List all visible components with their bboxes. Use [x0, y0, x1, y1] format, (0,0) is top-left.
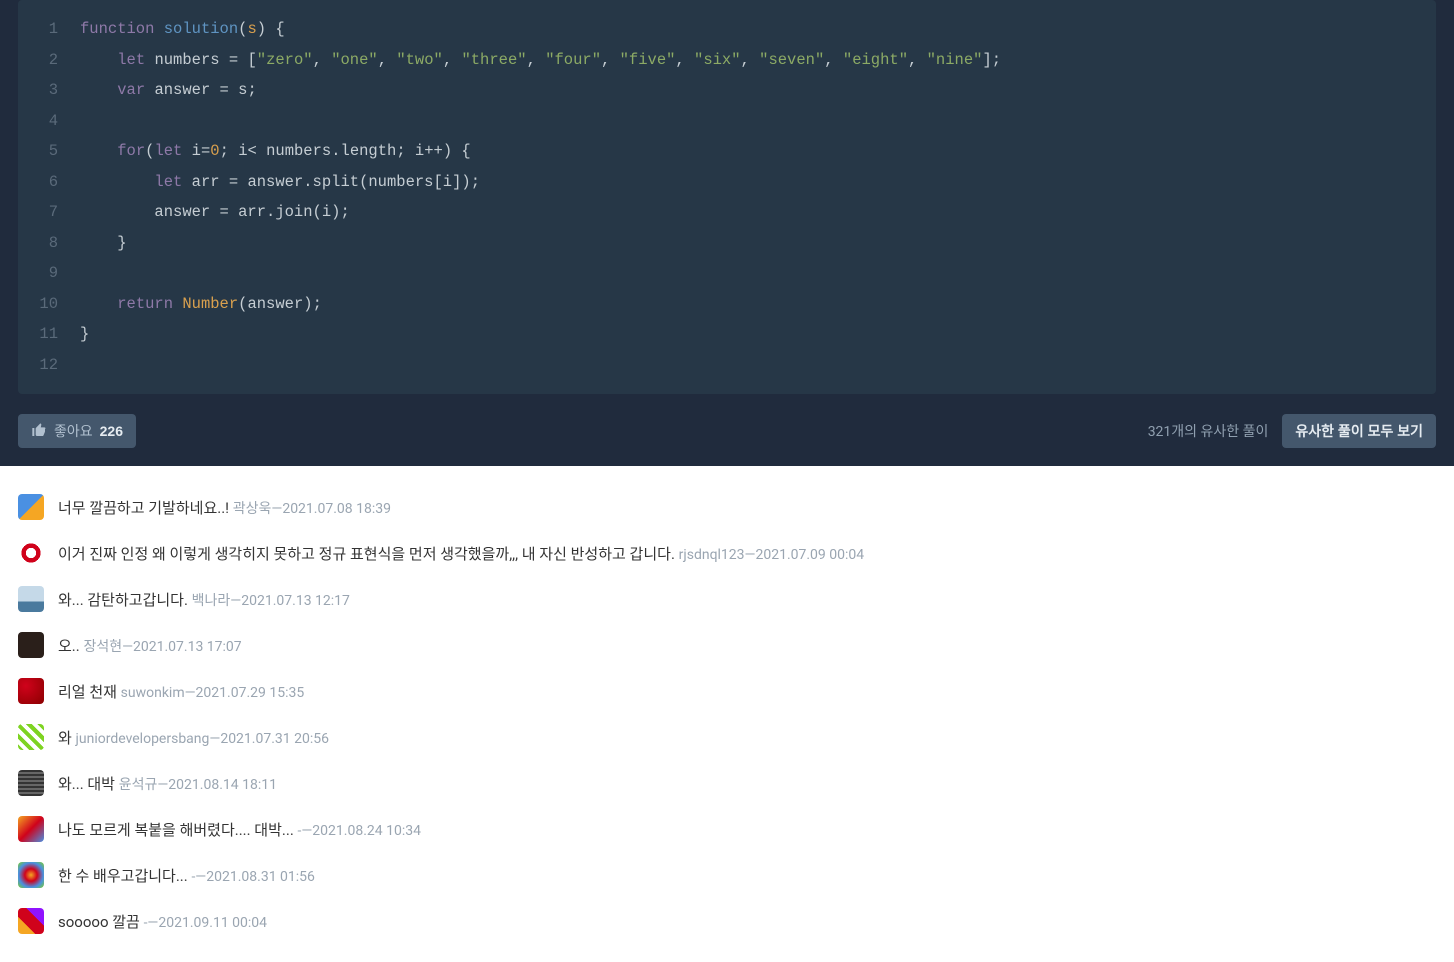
avatar[interactable] [18, 908, 44, 934]
code-content[interactable]: } [80, 228, 127, 259]
line-number: 10 [18, 289, 80, 320]
avatar[interactable] [18, 494, 44, 520]
comment-text: 리얼 천재 [58, 683, 121, 701]
thumbs-up-icon [31, 422, 47, 441]
code-container: 1function solution(s) {2 let numbers = [… [0, 0, 1454, 466]
avatar[interactable] [18, 586, 44, 612]
like-button[interactable]: 좋아요 226 [18, 414, 136, 448]
comment-body: 오.. 장석현―2021.07.13 17:07 [58, 635, 242, 656]
comment-row: 와... 감탄하고갑니다. 백나라―2021.07.13 12:17 [18, 576, 1436, 622]
code-line: 8 } [18, 228, 1436, 259]
line-number: 2 [18, 45, 80, 76]
comment-text: 너무 깔끔하고 기발하네요..! [58, 499, 233, 517]
comment-body: 나도 모르게 복붙을 해버렸다.... 대박... -―2021.08.24 1… [58, 819, 421, 840]
comment-text: 한 수 배우고갑니다... [58, 867, 191, 885]
comment-text: 와... 대박 [58, 775, 119, 793]
comment-meta: suwonkim―2021.07.29 15:35 [121, 685, 305, 701]
code-line: 12 [18, 350, 1436, 381]
comment-row: 와... 대박 윤석규―2021.08.14 18:11 [18, 760, 1436, 806]
right-actions: 321개의 유사한 풀이 유사한 풀이 모두 보기 [1148, 414, 1436, 448]
code-line: 9 [18, 258, 1436, 289]
code-line: 6 let arr = answer.split(numbers[i]); [18, 167, 1436, 198]
code-content[interactable]: for(let i=0; i< numbers.length; i++) { [80, 136, 471, 167]
avatar[interactable] [18, 632, 44, 658]
code-content[interactable]: function solution(s) { [80, 14, 285, 45]
code-line: 7 answer = arr.join(i); [18, 197, 1436, 228]
comment-text: 와... 감탄하고갑니다. [58, 591, 192, 609]
code-line: 10 return Number(answer); [18, 289, 1436, 320]
comment-meta: 윤석규―2021.08.14 18:11 [119, 777, 277, 793]
comment-body: 이거 진짜 인정 왜 이렇게 생각히지 못하고 정규 표현식을 먼저 생각했을까… [58, 543, 864, 564]
comment-row: 와 juniordevelopersbang―2021.07.31 20:56 [18, 714, 1436, 760]
code-content[interactable]: var answer = s; [80, 75, 257, 106]
code-line: 1function solution(s) { [18, 14, 1436, 45]
line-number: 5 [18, 136, 80, 167]
code-line: 2 let numbers = ["zero", "one", "two", "… [18, 45, 1436, 76]
avatar[interactable] [18, 862, 44, 888]
code-block[interactable]: 1function solution(s) {2 let numbers = [… [18, 0, 1436, 394]
line-number: 7 [18, 197, 80, 228]
line-number: 1 [18, 14, 80, 45]
code-content[interactable]: return Number(answer); [80, 289, 322, 320]
comment-row: 나도 모르게 복붙을 해버렸다.... 대박... -―2021.08.24 1… [18, 806, 1436, 852]
comment-meta: 백나라―2021.07.13 12:17 [192, 593, 350, 609]
comment-row: sooooo 깔끔 -―2021.09.11 00:04 [18, 898, 1436, 944]
comment-body: 와 juniordevelopersbang―2021.07.31 20:56 [58, 727, 329, 748]
similar-count-text: 321개의 유사한 풀이 [1148, 421, 1269, 441]
code-line: 11} [18, 319, 1436, 350]
comment-row: 리얼 천재 suwonkim―2021.07.29 15:35 [18, 668, 1436, 714]
view-all-similar-button[interactable]: 유사한 풀이 모두 보기 [1282, 414, 1436, 448]
code-line: 5 for(let i=0; i< numbers.length; i++) { [18, 136, 1436, 167]
comment-meta: -―2021.09.11 00:04 [144, 915, 267, 931]
avatar[interactable] [18, 540, 44, 566]
comment-text: 오.. [58, 637, 83, 655]
avatar[interactable] [18, 724, 44, 750]
comment-text: 나도 모르게 복붙을 해버렸다.... 대박... [58, 821, 298, 839]
comment-row: 한 수 배우고갑니다... -―2021.08.31 01:56 [18, 852, 1436, 898]
comment-body: sooooo 깔끔 -―2021.09.11 00:04 [58, 911, 267, 932]
comment-row: 오.. 장석현―2021.07.13 17:07 [18, 622, 1436, 668]
like-label: 좋아요 [54, 421, 93, 441]
comment-meta: rjsdnql123―2021.07.09 00:04 [679, 547, 865, 563]
action-bar: 좋아요 226 321개의 유사한 풀이 유사한 풀이 모두 보기 [0, 394, 1454, 466]
line-number: 12 [18, 350, 80, 381]
comment-body: 와... 대박 윤석규―2021.08.14 18:11 [58, 773, 277, 794]
code-line: 3 var answer = s; [18, 75, 1436, 106]
line-number: 11 [18, 319, 80, 350]
avatar[interactable] [18, 816, 44, 842]
comment-meta: 장석현―2021.07.13 17:07 [83, 639, 241, 655]
code-content[interactable]: answer = arr.join(i); [80, 197, 350, 228]
comment-text: 와 [58, 729, 76, 747]
comment-meta: 곽상욱―2021.07.08 18:39 [233, 501, 391, 517]
like-count: 226 [100, 423, 123, 439]
comment-row: 이거 진짜 인정 왜 이렇게 생각히지 못하고 정규 표현식을 먼저 생각했을까… [18, 530, 1436, 576]
line-number: 3 [18, 75, 80, 106]
comment-meta: -―2021.08.31 01:56 [191, 869, 314, 885]
comment-meta: juniordevelopersbang―2021.07.31 20:56 [76, 731, 329, 747]
line-number: 9 [18, 258, 80, 289]
comment-body: 와... 감탄하고갑니다. 백나라―2021.07.13 12:17 [58, 589, 350, 610]
comment-meta: -―2021.08.24 10:34 [298, 823, 421, 839]
line-number: 4 [18, 106, 80, 137]
line-number: 8 [18, 228, 80, 259]
avatar[interactable] [18, 678, 44, 704]
comment-row: 너무 깔끔하고 기발하네요..! 곽상욱―2021.07.08 18:39 [18, 484, 1436, 530]
line-number: 6 [18, 167, 80, 198]
code-content[interactable]: } [80, 319, 89, 350]
code-content[interactable]: let arr = answer.split(numbers[i]); [80, 167, 480, 198]
comment-body: 한 수 배우고갑니다... -―2021.08.31 01:56 [58, 865, 315, 886]
comment-body: 리얼 천재 suwonkim―2021.07.29 15:35 [58, 681, 304, 702]
code-line: 4 [18, 106, 1436, 137]
comment-body: 너무 깔끔하고 기발하네요..! 곽상욱―2021.07.08 18:39 [58, 497, 391, 518]
comments-section: 너무 깔끔하고 기발하네요..! 곽상욱―2021.07.08 18:39 이거 … [0, 466, 1454, 962]
code-content[interactable]: let numbers = ["zero", "one", "two", "th… [80, 45, 1001, 76]
avatar[interactable] [18, 770, 44, 796]
comment-text: sooooo 깔끔 [58, 913, 144, 931]
comment-text: 이거 진짜 인정 왜 이렇게 생각히지 못하고 정규 표현식을 먼저 생각했을까… [58, 545, 679, 563]
